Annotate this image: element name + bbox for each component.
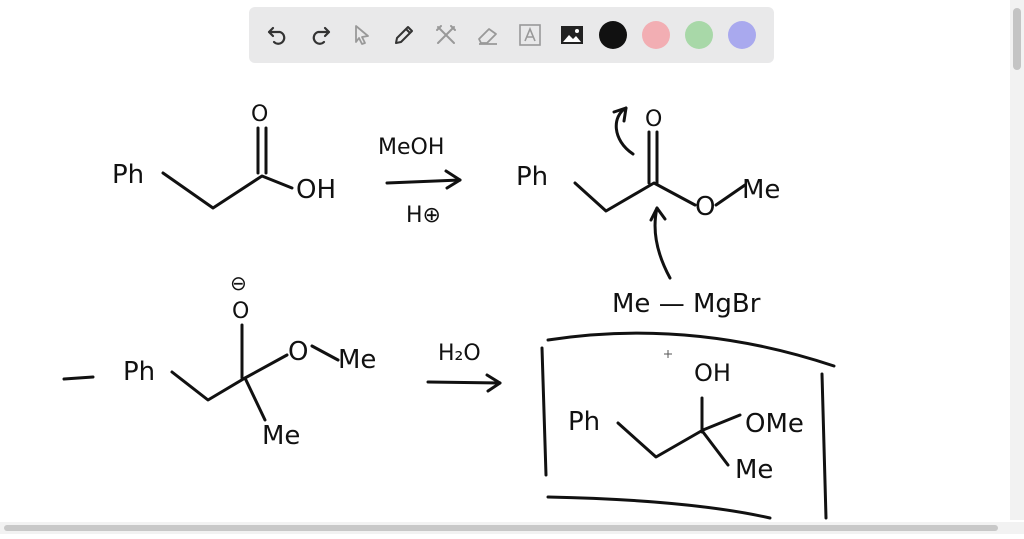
reagent-water: H₂O [438, 341, 481, 366]
eraser-button[interactable] [471, 18, 505, 52]
reactant-ph: Ph [112, 160, 144, 190]
color-swatch-black[interactable] [599, 21, 627, 49]
final-oh: OH [694, 359, 731, 387]
intermediate-c-me-bond [243, 376, 267, 422]
intermediate-charge: ⊖ [230, 271, 247, 295]
intermediate-ester-o: O [288, 337, 308, 367]
undo-button[interactable] [261, 18, 295, 52]
final-c-me-bond [701, 430, 730, 467]
redo-button[interactable] [303, 18, 337, 52]
color-swatch-green[interactable] [685, 21, 713, 49]
grignard-reagent: Me — MgBr [612, 289, 761, 319]
product-carbonyl-o: O [645, 107, 662, 132]
grignard-attack-arrow-head [649, 206, 667, 222]
image-icon [561, 26, 583, 44]
intermediate-o: O [232, 299, 249, 324]
reactant-o: O [251, 102, 268, 127]
horizontal-scroll-thumb[interactable] [4, 525, 998, 531]
eraser-icon [478, 28, 497, 45]
horizontal-scrollbar[interactable] [0, 522, 1024, 534]
color-swatch-purple[interactable] [728, 21, 756, 49]
intermediate-o-me-bond [310, 344, 340, 362]
tools-icon [436, 25, 456, 44]
drawing-canvas[interactable]: Ph O OH MeOH H⊕ Ph O O Me Me — MgBr ⊖ O … [0, 0, 1024, 534]
reaction-arrow-2 [426, 380, 502, 385]
reaction-arrow-1 [385, 178, 462, 185]
product-me: Me [742, 175, 780, 205]
vertical-scroll-thumb[interactable] [1013, 8, 1021, 70]
redo-icon [312, 26, 331, 45]
reactant-oh: OH [296, 175, 336, 205]
reagent-acid: H⊕ [406, 203, 441, 228]
text-button[interactable] [513, 18, 547, 52]
product-ester-o: O [695, 192, 715, 222]
ester-o-me-bond [714, 183, 747, 207]
leading-arrow-stub [62, 375, 95, 381]
final-ph: Ph [568, 407, 600, 437]
product-ph: Ph [516, 162, 548, 192]
text-icon [519, 24, 541, 46]
pen-button[interactable] [387, 18, 421, 52]
drawing-toolbar [249, 7, 774, 63]
reagent-meoh: MeOH [378, 135, 444, 160]
vertical-scrollbar[interactable] [1010, 0, 1024, 520]
intermediate-ph: Ph [123, 357, 155, 387]
final-me: Me [735, 455, 773, 485]
final-skeleton [616, 413, 742, 459]
color-swatch-pink[interactable] [642, 21, 670, 49]
ester-skeleton [573, 181, 697, 213]
intermediate-me-1: Me [338, 345, 376, 375]
handwritten-chemistry: Ph O OH MeOH H⊕ Ph O O Me Me — MgBr ⊖ O … [62, 102, 836, 520]
select-button[interactable] [345, 18, 379, 52]
grignard-attack-arrow [653, 206, 672, 280]
final-ome: OMe [745, 409, 804, 439]
reactant-skeleton [161, 171, 294, 210]
tools-button[interactable] [429, 18, 463, 52]
pen-icon [395, 26, 413, 44]
image-button[interactable] [555, 18, 589, 52]
intermediate-skeleton [170, 353, 289, 402]
undo-icon [267, 26, 286, 45]
intermediate-me-2: Me [262, 421, 300, 451]
pointer-icon [355, 25, 369, 45]
